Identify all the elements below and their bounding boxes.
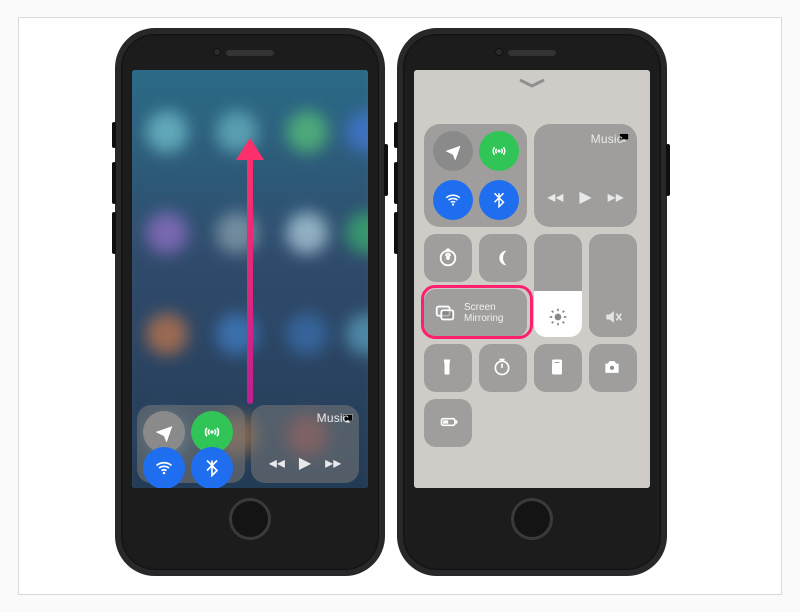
bluetooth-toggle[interactable] xyxy=(191,447,233,488)
music-label: Music xyxy=(317,411,349,425)
pull-down-grabber[interactable] xyxy=(518,78,546,88)
do-not-disturb-toggle[interactable] xyxy=(479,234,527,282)
forward-icon[interactable]: ▸▸ xyxy=(325,453,341,473)
timer-icon xyxy=(492,357,514,379)
music-tile[interactable]: Music ◂◂ ▶ ▸▸ xyxy=(534,124,637,227)
screen-right[interactable]: Music ◂◂ ▶ ▸▸ xyxy=(414,70,650,488)
volume-up-button xyxy=(394,162,398,204)
rewind-icon[interactable]: ◂◂ xyxy=(269,453,285,473)
mute-switch xyxy=(112,122,116,148)
music-controls: ◂◂ ▶ ▸▸ xyxy=(534,187,637,207)
orientation-lock-icon xyxy=(437,247,459,269)
cellular-icon xyxy=(202,422,222,442)
volume-up-button xyxy=(112,162,116,204)
orientation-lock-toggle[interactable] xyxy=(424,234,472,282)
wifi-icon xyxy=(154,458,174,478)
home-button[interactable] xyxy=(229,498,271,540)
front-camera xyxy=(213,48,221,56)
play-icon[interactable]: ▶ xyxy=(579,187,591,207)
bluetooth-toggle[interactable] xyxy=(479,180,519,220)
tutorial-figure: Music ◂◂ ▶ ▸▸ xyxy=(18,17,782,595)
flashlight-icon xyxy=(437,357,459,379)
brightness-slider[interactable] xyxy=(534,234,582,337)
calculator-icon xyxy=(547,357,569,379)
iphone-left: Music ◂◂ ▶ ▸▸ xyxy=(115,28,385,576)
iphone-right: Music ◂◂ ▶ ▸▸ xyxy=(397,28,667,576)
camera-icon xyxy=(602,357,624,379)
mute-switch xyxy=(394,122,398,148)
wifi-icon xyxy=(444,191,462,209)
rewind-icon[interactable]: ◂◂ xyxy=(547,187,563,207)
speaker-grille xyxy=(508,50,556,56)
swipe-up-arrow xyxy=(247,154,253,404)
flashlight-button[interactable] xyxy=(424,344,472,392)
power-button xyxy=(666,144,670,196)
control-center-peek[interactable]: Music ◂◂ ▶ ▸▸ xyxy=(132,400,368,488)
bluetooth-icon xyxy=(490,191,508,209)
volume-down-button xyxy=(394,212,398,254)
screen-mirroring-icon xyxy=(434,302,456,324)
airplane-mode-toggle[interactable] xyxy=(433,131,473,171)
battery-icon xyxy=(437,412,459,434)
cellular-data-toggle[interactable] xyxy=(479,131,519,171)
cellular-icon xyxy=(490,142,508,160)
moon-icon xyxy=(492,247,514,269)
calculator-button[interactable] xyxy=(534,344,582,392)
camera-button[interactable] xyxy=(589,344,637,392)
music-controls: ◂◂ ▶ ▸▸ xyxy=(251,453,359,473)
music-label: Music xyxy=(591,132,623,146)
volume-mute-icon xyxy=(603,307,623,327)
volume-down-button xyxy=(112,212,116,254)
brightness-icon xyxy=(548,307,568,327)
forward-icon[interactable]: ▸▸ xyxy=(608,187,624,207)
speaker-grille xyxy=(226,50,274,56)
wifi-toggle[interactable] xyxy=(433,180,473,220)
volume-slider[interactable] xyxy=(589,234,637,337)
music-tile[interactable]: Music ◂◂ ▶ ▸▸ xyxy=(251,405,359,483)
screen-left[interactable]: Music ◂◂ ▶ ▸▸ xyxy=(132,70,368,488)
screen-mirroring-button[interactable]: Screen Mirroring xyxy=(424,289,527,337)
wifi-toggle[interactable] xyxy=(143,447,185,488)
airplane-icon xyxy=(154,422,174,442)
airplane-icon xyxy=(444,142,462,160)
bluetooth-icon xyxy=(202,458,222,478)
play-icon[interactable]: ▶ xyxy=(299,453,311,473)
timer-button[interactable] xyxy=(479,344,527,392)
front-camera xyxy=(495,48,503,56)
control-center: Music ◂◂ ▶ ▸▸ xyxy=(424,124,640,447)
screen-mirroring-label: Screen Mirroring xyxy=(464,302,503,324)
connectivity-tile[interactable] xyxy=(137,405,245,483)
connectivity-tile[interactable] xyxy=(424,124,527,227)
home-button[interactable] xyxy=(511,498,553,540)
low-power-mode-toggle[interactable] xyxy=(424,399,472,447)
power-button xyxy=(384,144,388,196)
